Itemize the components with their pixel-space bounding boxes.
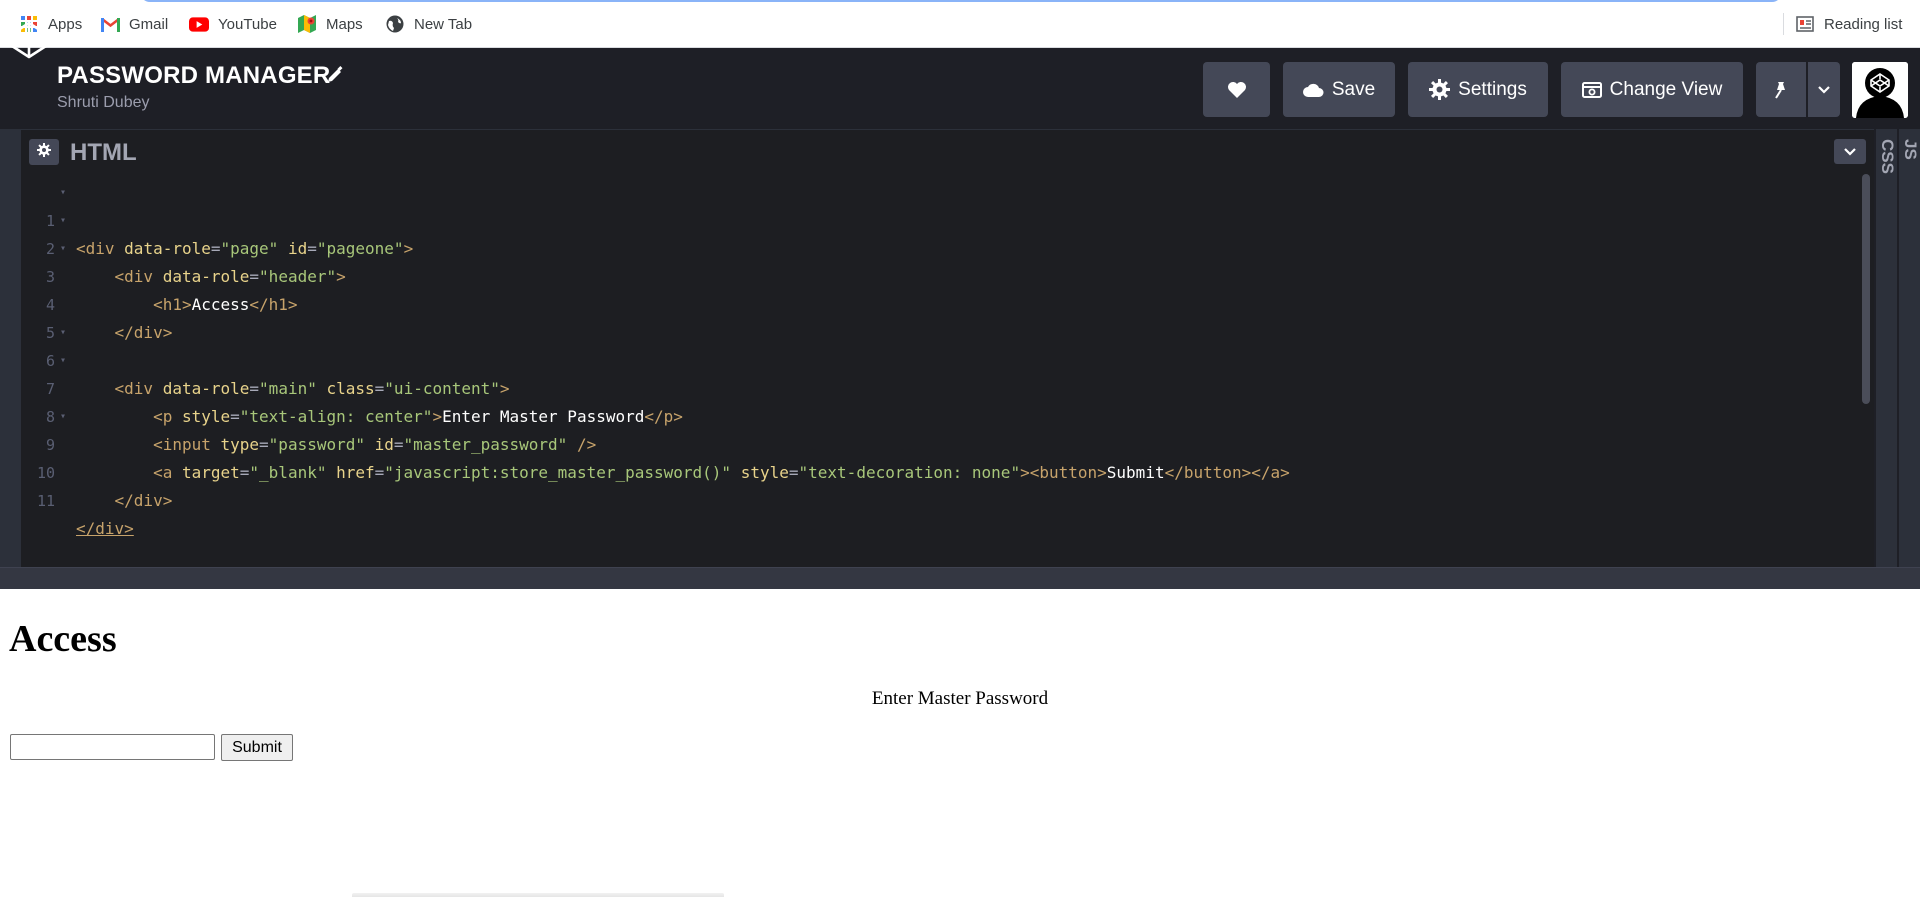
line-number: 11 [36, 492, 55, 510]
pin-icon [1773, 81, 1789, 99]
chevron-down-icon [1818, 85, 1830, 94]
change-view-icon [1581, 81, 1602, 98]
preview-heading: Access [9, 618, 117, 660]
tab-js[interactable]: JS [1897, 129, 1920, 569]
bookmarks-divider [1783, 13, 1784, 35]
code-line: 2 ▾ <div data-role="header"> [21, 207, 1861, 286]
fold-arrow-icon[interactable]: ▾ [60, 319, 66, 347]
edit-title-pencil-icon[interactable] [326, 65, 346, 85]
editor-title: HTML [70, 139, 137, 166]
bookmark-label: New Tab [414, 15, 473, 33]
code-line: 4 </div> [21, 263, 1861, 342]
codepen-logo-icon[interactable] [9, 20, 49, 60]
reading-list-button[interactable]: Reading list [1795, 13, 1902, 35]
code-line: 10 </div> [21, 431, 1861, 510]
bookmark-youtube[interactable]: YouTube [189, 13, 277, 35]
fold-arrow-icon[interactable]: ▾ [60, 403, 66, 431]
code-line: 1 ▾ <div data-role="page" id="pageone"> [21, 179, 1861, 258]
bookmarks-bar: Apps Gmail YouTube Maps New Tab Reading … [0, 0, 1920, 48]
pen-author[interactable]: Shruti Dubey [57, 94, 150, 112]
bookmark-maps[interactable]: Maps [297, 13, 363, 35]
cloud-icon [1302, 83, 1324, 97]
change-view-button[interactable]: Change View [1561, 62, 1743, 117]
settings-button[interactable]: Settings [1408, 62, 1548, 117]
fold-arrow-icon[interactable]: ▾ [60, 207, 66, 235]
code-line: 5 [21, 291, 1861, 342]
change-view-label: Change View [1609, 78, 1723, 100]
master-password-input[interactable] [10, 734, 215, 760]
editor-header [21, 130, 1874, 172]
heart-icon [1227, 81, 1247, 99]
avatar[interactable] [1852, 62, 1908, 118]
editor-collapse-button[interactable] [1834, 139, 1866, 164]
address-bar-edge [140, 0, 1782, 2]
gmail-icon [100, 14, 120, 34]
gear-icon [1429, 79, 1451, 100]
pin-menu-button[interactable] [1808, 62, 1840, 117]
tab-js-label: JS [1901, 139, 1920, 160]
fold-arrow-icon[interactable]: ▾ [60, 235, 66, 263]
editor-resize-handle[interactable] [0, 567, 1920, 589]
bookmark-label: Apps [48, 15, 83, 33]
chevron-down-icon [1844, 143, 1856, 161]
bookmark-label: Maps [326, 15, 363, 33]
reading-list-icon [1795, 14, 1815, 34]
bookmark-label: Gmail [129, 15, 169, 33]
bookmark-gmail[interactable]: Gmail [100, 13, 168, 35]
code-line: 3 ▾ <h1>Access</h1> [21, 235, 1861, 314]
bookmark-label: YouTube [218, 15, 277, 33]
code-line: 9 ▾ <a target="_blank" href="javascript:s… [21, 403, 1861, 482]
save-button[interactable]: Save [1283, 62, 1395, 117]
maps-icon [297, 14, 317, 34]
editor-settings-button[interactable] [29, 139, 59, 165]
tab-css-label: CSS [1878, 139, 1897, 174]
bookmark-new-tab[interactable]: New Tab [385, 13, 472, 35]
love-button[interactable] [1203, 62, 1270, 117]
code-line: 7 ▾ <p style="text-align: center">Enter M… [21, 347, 1861, 426]
pin-button[interactable] [1756, 62, 1806, 117]
gear-icon [37, 142, 51, 162]
code-line: 6 ▾ <div data-role="main" class="ui-conte… [21, 319, 1861, 398]
settings-label: Settings [1458, 78, 1527, 100]
fold-arrow-icon[interactable]: ▾ [60, 347, 66, 375]
editor-scrollbar[interactable] [1862, 174, 1870, 404]
bottom-popup-edge [352, 893, 724, 897]
tab-css[interactable]: CSS [1874, 129, 1897, 569]
save-label: Save [1331, 78, 1376, 100]
pen-title[interactable]: PASSWORD MANAGER [57, 62, 330, 90]
code-line: 11 </div> [21, 459, 1861, 538]
preview-paragraph: Enter Master Password [871, 688, 1049, 709]
submit-button[interactable]: Submit [221, 734, 293, 761]
reading-list-label: Reading list [1824, 15, 1903, 33]
fold-arrow-icon[interactable]: ▾ [60, 179, 66, 207]
code-line: 8 <input type="password" id="master_pass… [21, 375, 1861, 454]
youtube-icon [189, 14, 209, 34]
globe-icon [385, 14, 405, 34]
